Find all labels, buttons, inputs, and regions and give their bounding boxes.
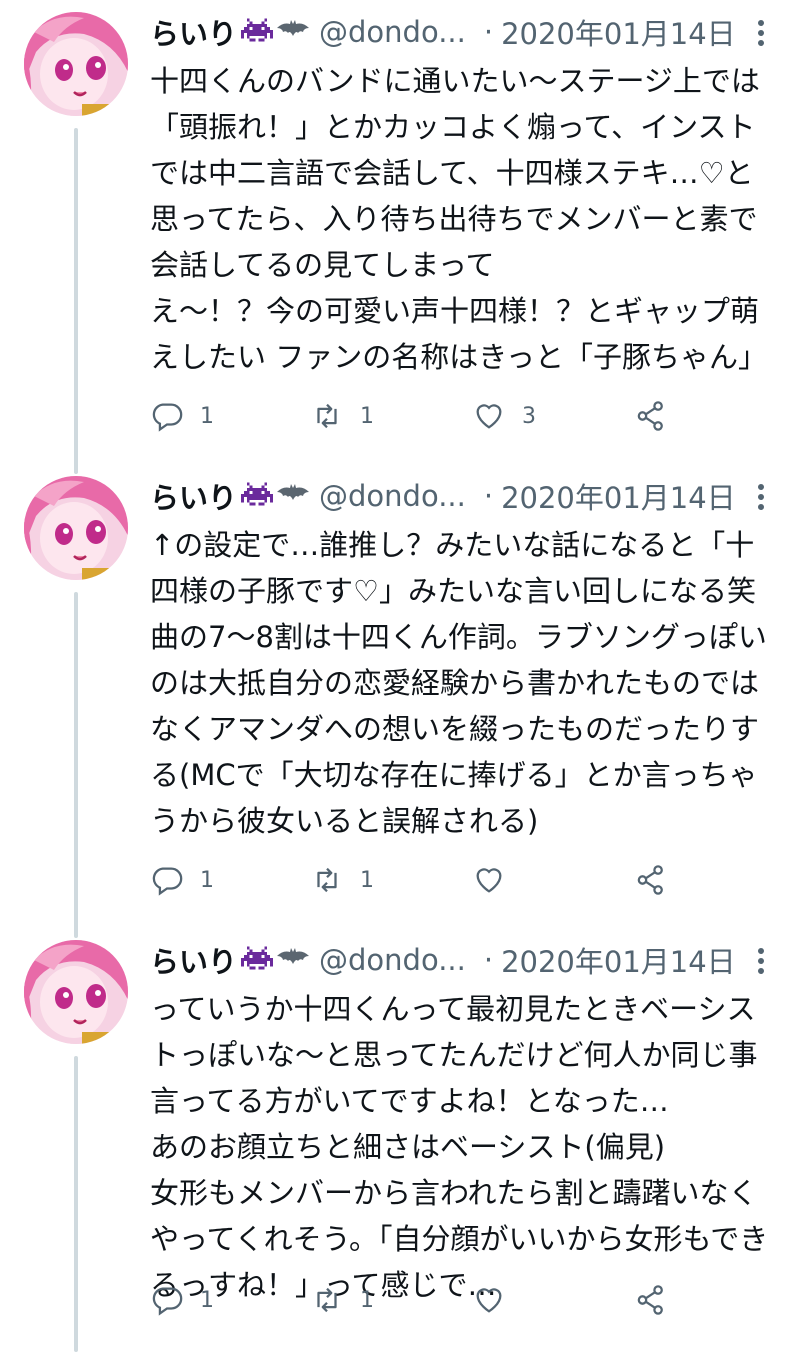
more-vertical-icon[interactable] — [754, 946, 768, 980]
tweet[interactable]: らいり @dondo... · 2020年01月14日 っていうか十四くんって最… — [0, 928, 800, 1352]
share-button[interactable] — [634, 1280, 668, 1320]
avatar[interactable] — [24, 476, 128, 580]
retweet-button[interactable]: 1 — [310, 860, 374, 900]
retweet-icon — [317, 403, 337, 429]
separator-dot: · — [483, 15, 494, 49]
tweet-header: らいり @dondo... · 2020年01月14日 — [150, 12, 776, 52]
display-name[interactable]: らいり — [150, 475, 237, 517]
user-handle[interactable]: @dondo... — [319, 943, 466, 977]
share-icon — [637, 865, 663, 895]
retweet-button[interactable]: 1 — [310, 396, 374, 436]
reply-icon — [152, 403, 183, 432]
separator-dot: · — [483, 479, 494, 513]
reply-button[interactable]: 1 — [150, 860, 214, 900]
tweet-date[interactable]: 2020年01月14日 — [501, 11, 736, 53]
user-handle[interactable]: @dondo... — [319, 479, 466, 513]
avatar[interactable] — [24, 12, 128, 116]
separator-dot: · — [483, 943, 494, 977]
tweet-date[interactable]: 2020年01月14日 — [501, 939, 736, 981]
tweet-header: らいり @dondo... · 2020年01月14日 — [150, 940, 776, 980]
bat-icon — [277, 18, 310, 46]
retweet-icon — [317, 867, 337, 893]
reply-count: 1 — [200, 1287, 214, 1313]
space-invader-icon — [241, 17, 274, 47]
space-invader-icon — [241, 481, 274, 511]
reply-icon — [152, 867, 183, 896]
reply-button[interactable]: 1 — [150, 396, 214, 436]
tweet-text: っていうか十四くんって最初見たときベーシストっぽいな〜と思ってたんだけど何人か同… — [150, 992, 769, 1302]
like-button[interactable]: 3 — [472, 396, 536, 436]
tweet-text: 十四くんのバンドに通いたい〜ステージ上では「頭振れ！」とかカッコよく煽って、イン… — [150, 64, 768, 374]
tweet-text: ↑の設定で…誰推し？みたいな話になると「十四様の子豚です♡」みたいな言い回しにな… — [150, 528, 767, 838]
retweet-count: 1 — [360, 867, 374, 893]
tweet-header: らいり @dondo... · 2020年01月14日 — [150, 476, 776, 516]
tweet-actions: 1 1 3 — [150, 396, 690, 436]
reply-count: 1 — [200, 403, 214, 429]
display-name[interactable]: らいり — [150, 11, 237, 53]
more-vertical-icon[interactable] — [754, 18, 768, 52]
space-invader-icon — [241, 945, 274, 975]
reply-count: 1 — [200, 867, 214, 893]
reply-icon — [152, 1287, 183, 1316]
retweet-button[interactable]: 1 — [310, 1280, 374, 1320]
like-count: 3 — [522, 403, 536, 429]
display-name[interactable]: らいり — [150, 939, 237, 981]
retweet-count: 1 — [360, 403, 374, 429]
share-button[interactable] — [634, 396, 668, 436]
tweet-actions: 1 1 — [150, 1280, 690, 1320]
tweet-date[interactable]: 2020年01月14日 — [501, 475, 736, 517]
like-button[interactable] — [472, 860, 522, 900]
tweet[interactable]: らいり @dondo... · 2020年01月14日 ↑の設定で…誰推し？みた… — [0, 464, 800, 926]
more-vertical-icon[interactable] — [754, 482, 768, 516]
tweet-actions: 1 1 — [150, 860, 690, 900]
tweet[interactable]: らいり @dondo... · 2020年01月14日 十四くんのバンドに通いた… — [0, 0, 800, 462]
share-icon — [637, 1285, 663, 1315]
avatar[interactable] — [24, 940, 128, 1044]
heart-icon — [476, 868, 502, 893]
user-handle[interactable]: @dondo... — [319, 15, 466, 49]
bat-icon — [277, 946, 310, 974]
bat-icon — [277, 482, 310, 510]
retweet-count: 1 — [360, 1287, 374, 1313]
share-button[interactable] — [634, 860, 668, 900]
heart-icon — [476, 404, 502, 429]
heart-icon — [476, 1288, 502, 1313]
reply-button[interactable]: 1 — [150, 1280, 214, 1320]
share-icon — [637, 401, 663, 431]
like-button[interactable] — [472, 1280, 522, 1320]
retweet-icon — [317, 1287, 337, 1313]
